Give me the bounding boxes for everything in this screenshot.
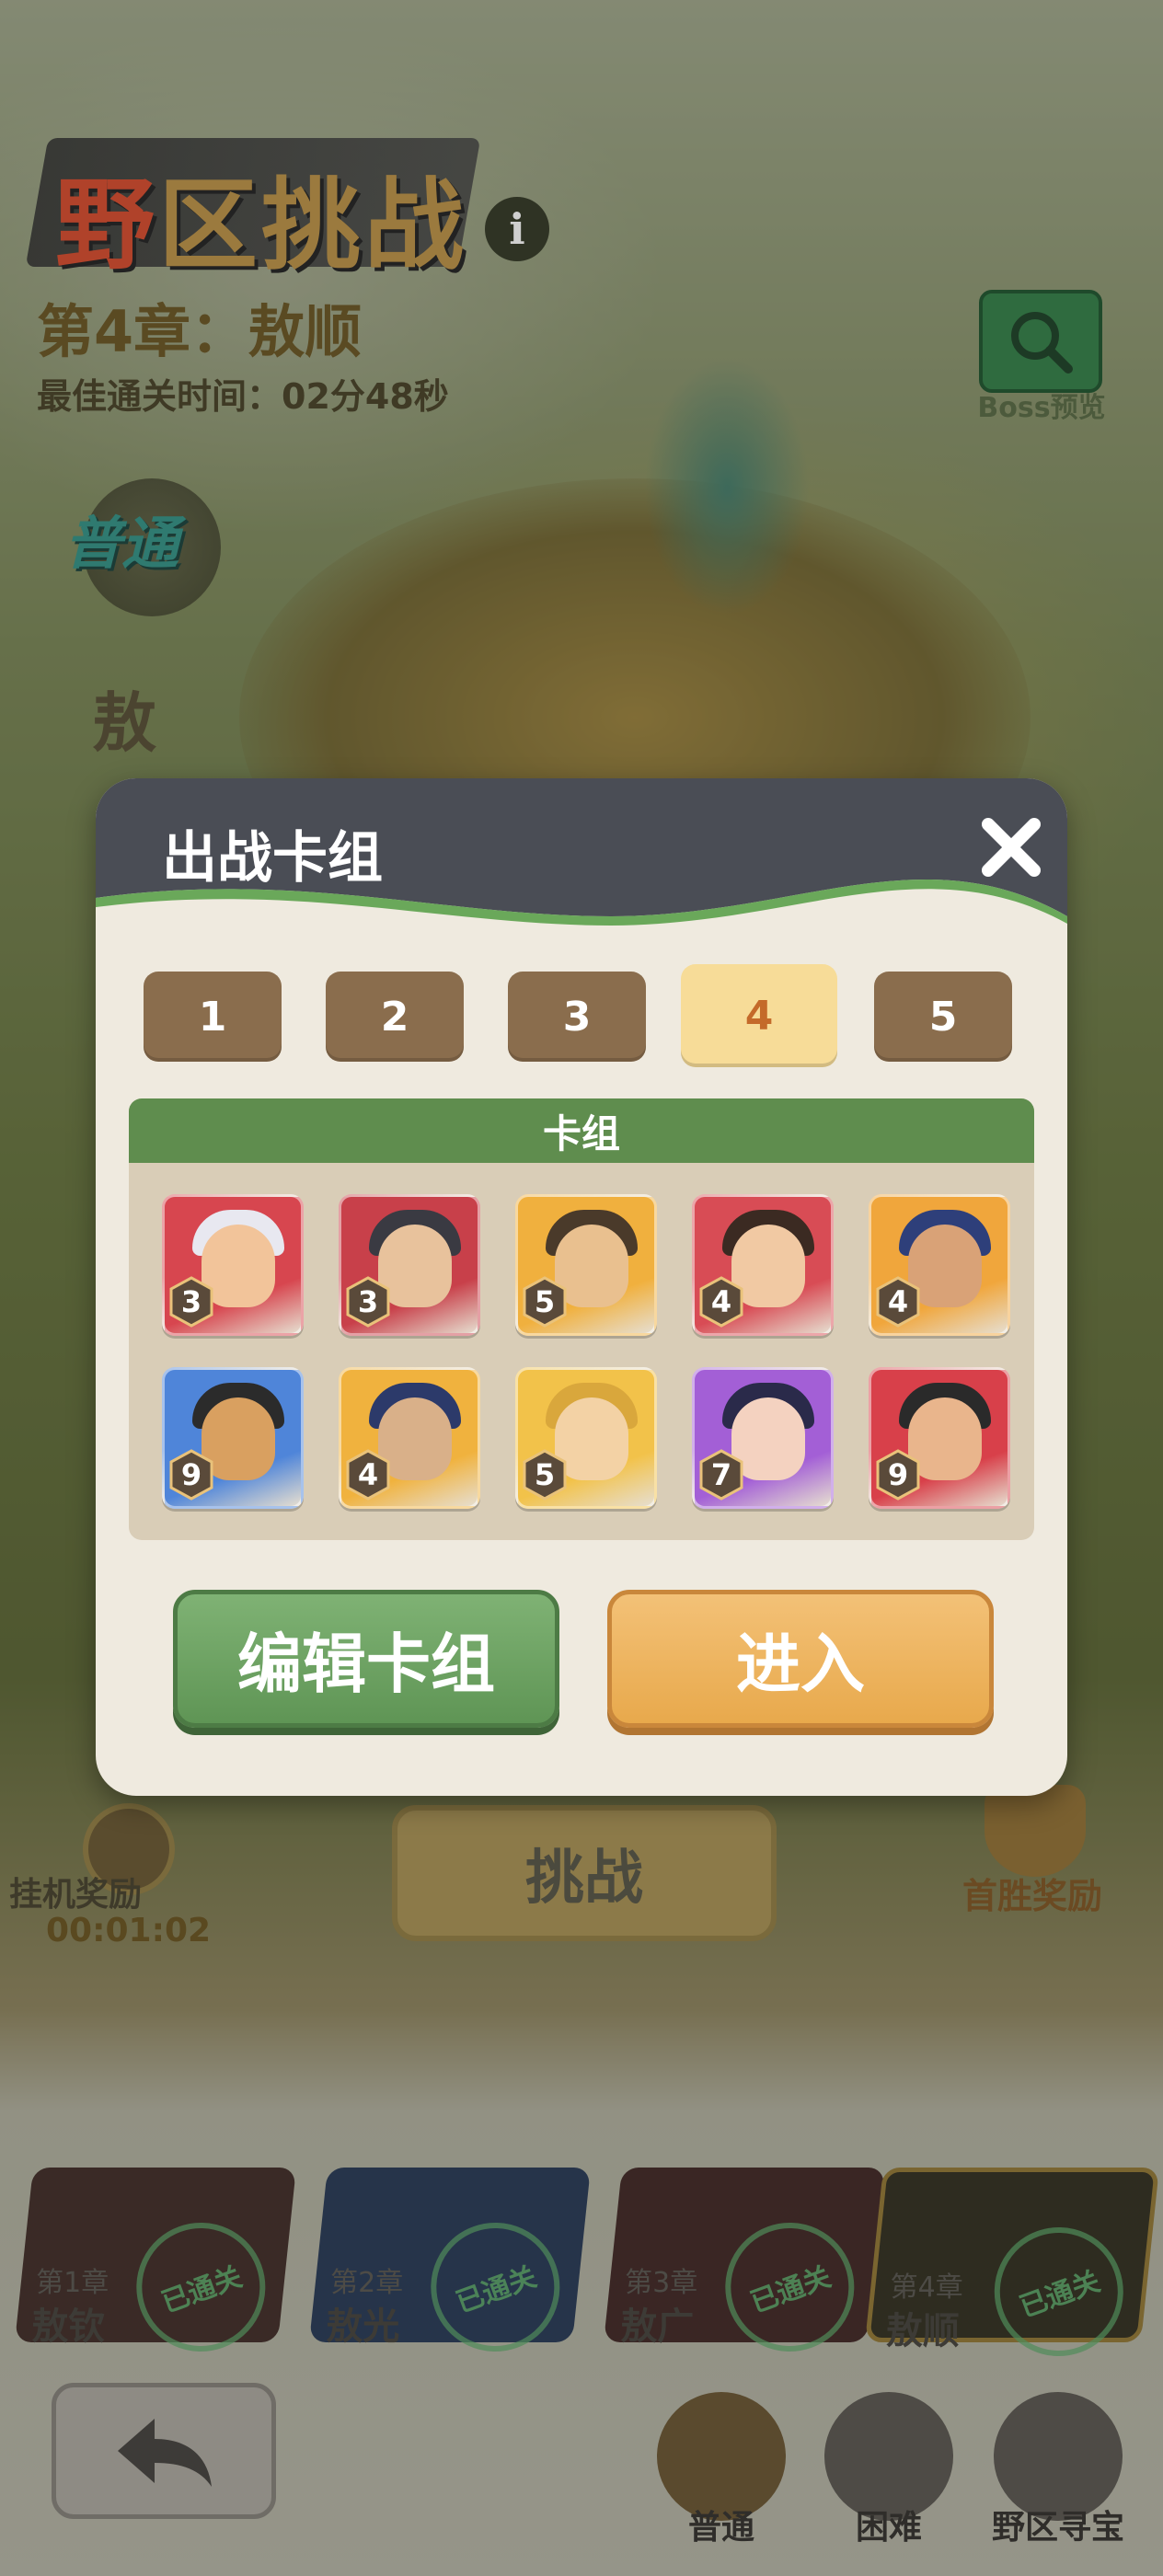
page-title: 野区挑战 xyxy=(25,138,481,283)
deck-tab-3[interactable]: 3 xyxy=(508,972,646,1062)
first-win-chest-icon[interactable] xyxy=(985,1785,1086,1877)
dialog-header: 出战卡组 xyxy=(96,778,1067,935)
deck-tab-5[interactable]: 5 xyxy=(874,972,1012,1062)
hero-card[interactable]: 9 xyxy=(869,1367,1010,1509)
chapter-title: 第4章：敖顺 xyxy=(37,298,363,365)
nav-hard-label: 困难 xyxy=(855,2509,922,2547)
hero-level-badge: 5 xyxy=(522,1276,568,1328)
hero-level-badge: 4 xyxy=(345,1449,391,1501)
hero-level-badge: 3 xyxy=(168,1276,214,1328)
close-button[interactable] xyxy=(970,806,1053,889)
deck-panel-title: 卡组 xyxy=(129,1098,1034,1163)
hero-level-value: 3 xyxy=(180,1284,202,1319)
chapter-card-3[interactable]: 第3章 敖广 已通关 xyxy=(604,2168,885,2370)
hero-level-badge: 5 xyxy=(522,1449,568,1501)
hero-card[interactable]: 3 xyxy=(162,1194,304,1336)
hero-card[interactable]: 5 xyxy=(515,1194,657,1336)
hero-level-badge: 7 xyxy=(698,1449,744,1501)
hero-card[interactable]: 4 xyxy=(869,1194,1010,1336)
hero-card[interactable]: 4 xyxy=(339,1367,480,1509)
chapter-card-4[interactable]: 第4章 敖顺 已通关 xyxy=(865,2168,1159,2375)
hero-level-value: 9 xyxy=(887,1457,909,1492)
hero-level-badge: 9 xyxy=(875,1449,921,1501)
magnifier-icon xyxy=(1011,312,1073,374)
boss-preview-button[interactable] xyxy=(979,290,1102,393)
chapter-card-1[interactable]: 第1章 敖钦 已通关 xyxy=(15,2168,296,2370)
hero-level-badge: 4 xyxy=(875,1276,921,1328)
first-win-label: 首胜奖励 xyxy=(962,1876,1103,1916)
chapter-card-2[interactable]: 第2章 敖光 已通关 xyxy=(309,2168,591,2370)
mode-badge: 普通 xyxy=(64,478,221,616)
close-icon xyxy=(982,818,1041,877)
hero-level-badge: 9 xyxy=(168,1449,214,1501)
deck-select-dialog: 出战卡组 1 2 3 4 5 卡组 3354494579 编辑卡组 进入 xyxy=(96,778,1067,1796)
hero-level-badge: 4 xyxy=(698,1276,744,1328)
back-arrow-icon xyxy=(118,2419,212,2487)
hero-card[interactable]: 4 xyxy=(692,1194,834,1336)
hero-level-badge: 3 xyxy=(345,1276,391,1328)
hero-level-value: 5 xyxy=(534,1457,556,1492)
boss-preview-label: Boss预览 xyxy=(977,392,1106,424)
idle-reward-label: 挂机奖励 xyxy=(9,1876,143,1914)
hero-card[interactable]: 5 xyxy=(515,1367,657,1509)
hero-card[interactable]: 9 xyxy=(162,1367,304,1509)
back-button[interactable] xyxy=(52,2383,276,2519)
nav-treasure-label: 野区寻宝 xyxy=(991,2509,1124,2547)
hero-card[interactable]: 7 xyxy=(692,1367,834,1509)
boss-name-vertical: 敖 xyxy=(92,685,156,761)
hero-level-value: 4 xyxy=(887,1284,909,1319)
hero-card[interactable]: 3 xyxy=(339,1194,480,1336)
dialog-title: 出战卡组 xyxy=(162,826,383,891)
edit-deck-button[interactable]: 编辑卡组 xyxy=(173,1590,559,1728)
enter-button[interactable]: 进入 xyxy=(607,1590,994,1728)
idle-reward-timer: 00:01:02 xyxy=(46,1912,212,1949)
hero-level-value: 4 xyxy=(357,1457,379,1492)
deck-panel: 卡组 3 3 5 4 4 9 4 5 7 9 xyxy=(129,1098,1034,1540)
challenge-button[interactable]: 挑战 xyxy=(392,1805,777,1941)
hero-level-value: 4 xyxy=(710,1284,732,1319)
hero-level-value: 5 xyxy=(534,1284,556,1319)
deck-tab-2[interactable]: 2 xyxy=(326,972,464,1062)
info-icon[interactable]: i xyxy=(485,197,549,261)
hero-level-value: 9 xyxy=(180,1457,202,1492)
hero-level-value: 3 xyxy=(357,1284,379,1319)
deck-tab-1[interactable]: 1 xyxy=(144,972,282,1062)
best-clear-time: 最佳通关时间：02分48秒 xyxy=(37,376,449,417)
nav-normal-label: 普通 xyxy=(687,2509,754,2547)
deck-tab-4[interactable]: 4 xyxy=(681,964,837,1067)
hero-level-value: 7 xyxy=(710,1457,732,1492)
